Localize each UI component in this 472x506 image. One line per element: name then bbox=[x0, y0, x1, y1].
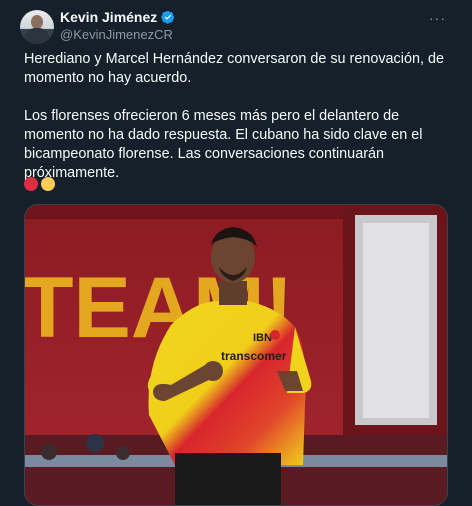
verified-badge-icon bbox=[161, 10, 175, 24]
avatar[interactable] bbox=[20, 10, 54, 44]
photo-image: TEAM! IBN transcomer bbox=[25, 205, 447, 505]
more-options-icon[interactable]: ··· bbox=[429, 10, 446, 26]
jersey-sponsor-2: transcomer bbox=[221, 349, 287, 363]
tweet-paragraph-2: Los florenses ofrecieron 6 meses más per… bbox=[24, 108, 423, 181]
emoji-row bbox=[24, 177, 55, 191]
club-crest-icon bbox=[270, 330, 280, 340]
author-name-row: Kevin Jiménez bbox=[60, 9, 175, 25]
jersey-sponsor-1: IBN bbox=[253, 332, 272, 344]
tweet-header: Kevin Jiménez @KevinJimenezCR ··· bbox=[20, 8, 460, 44]
tweet-photo[interactable]: TEAM! IBN transcomer bbox=[24, 204, 448, 506]
avatar-body bbox=[25, 28, 49, 44]
red-circle-icon bbox=[24, 177, 38, 191]
author-name[interactable]: Kevin Jiménez bbox=[60, 9, 157, 25]
yellow-circle-icon bbox=[41, 177, 55, 191]
tweet-text: Herediano y Marcel Hernández conversaron… bbox=[24, 50, 458, 183]
tweet-paragraph-1: Herediano y Marcel Hernández conversaron… bbox=[24, 51, 444, 86]
author-handle[interactable]: @KevinJimenezCR bbox=[60, 27, 173, 42]
avatar-head bbox=[31, 15, 43, 29]
